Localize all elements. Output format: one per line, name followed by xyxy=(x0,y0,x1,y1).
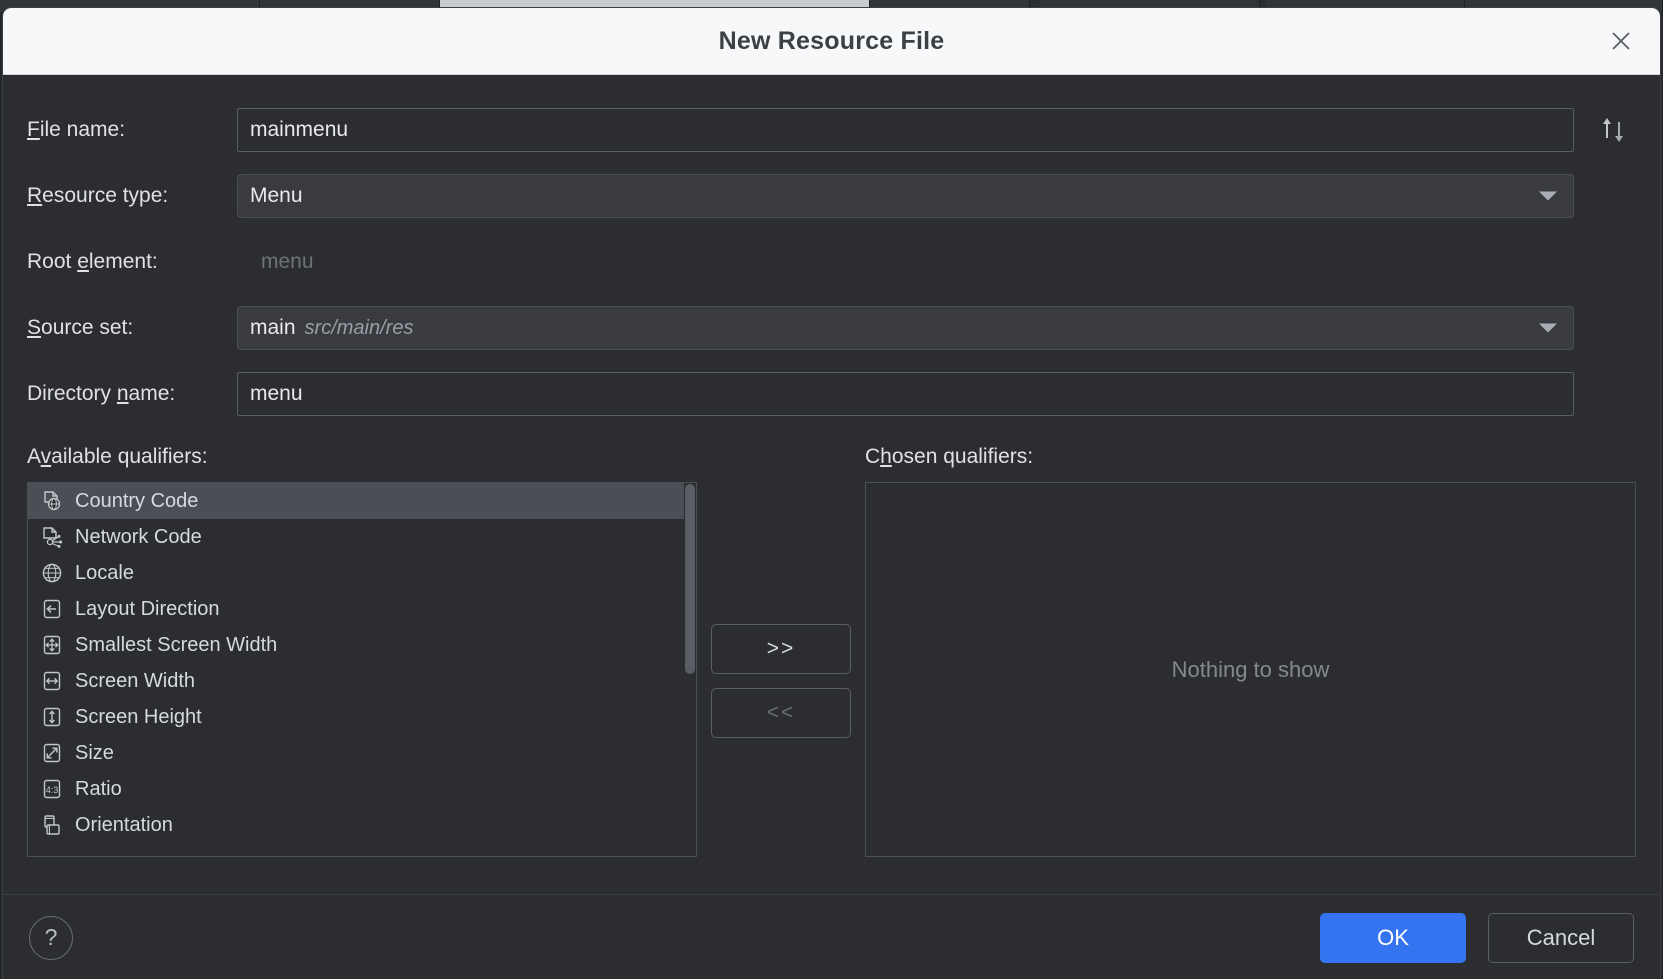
list-item[interactable]: Locale xyxy=(28,555,696,591)
row-source-set: Source set: main src/main/res xyxy=(3,295,1660,361)
list-item-label: Network Code xyxy=(75,525,202,548)
remove-qualifier-button[interactable]: << xyxy=(711,688,851,738)
file-globe-icon xyxy=(40,489,64,513)
sort-updown-icon[interactable] xyxy=(1586,108,1640,152)
file-network-icon xyxy=(40,525,64,549)
directory-name-label: Directory name: xyxy=(27,382,176,405)
row-directory-name: Directory name: menu xyxy=(3,361,1660,427)
list-item-label: Country Code xyxy=(75,489,199,512)
resource-form: File name: mainmenu Resource type: Menu … xyxy=(3,75,1660,427)
list-item-label: Size xyxy=(75,741,114,764)
list-item[interactable]: Screen Width xyxy=(28,663,696,699)
list-item-label: Screen Width xyxy=(75,669,196,692)
arrows-vertical-box-icon xyxy=(40,705,64,729)
qualifier-transfer-buttons: >> << xyxy=(697,445,865,857)
available-qualifiers-label: Available qualifiers: xyxy=(27,445,208,468)
row-resource-type: Resource type: Menu xyxy=(3,163,1660,229)
list-item-label: Smallest Screen Width xyxy=(75,633,278,656)
source-set-dropdown[interactable]: main src/main/res xyxy=(237,306,1574,350)
chevron-down-icon xyxy=(1539,191,1557,201)
ratio-box-icon: 4:3 xyxy=(40,777,64,801)
list-item[interactable]: Layout Direction xyxy=(28,591,696,627)
list-item-label: Locale xyxy=(75,561,134,584)
list-item-label: Screen Height xyxy=(75,705,202,728)
screen: New Resource File File name: mainmenu Re… xyxy=(0,0,1663,979)
available-qualifiers-panel: Available qualifiers: Country Code Netwo… xyxy=(27,445,697,857)
directory-name-value: menu xyxy=(250,382,303,405)
row-file-name: File name: mainmenu xyxy=(3,97,1660,163)
list-item[interactable]: Screen Height xyxy=(28,699,696,735)
arrow-diagonal-box-icon xyxy=(40,741,64,765)
root-element-label: Root element: xyxy=(27,250,158,273)
resource-type-label: Resource type: xyxy=(27,184,169,207)
globe-icon xyxy=(40,561,64,585)
list-item[interactable]: Network Code xyxy=(28,519,696,555)
cancel-button[interactable]: Cancel xyxy=(1488,912,1634,963)
list-item[interactable]: Smallest Screen Width xyxy=(28,627,696,663)
available-qualifiers-list[interactable]: Country Code Network Code Locale Layout … xyxy=(27,482,697,857)
dialog-titlebar: New Resource File xyxy=(3,8,1660,75)
root-element-value: menu xyxy=(261,250,314,273)
dialog-body: File name: mainmenu Resource type: Menu … xyxy=(3,75,1660,979)
orientation-icon xyxy=(40,813,64,837)
chosen-qualifiers-panel: Chosen qualifiers: Nothing to show xyxy=(865,445,1636,857)
row-root-element: Root element: menu xyxy=(3,229,1660,295)
close-icon[interactable] xyxy=(1604,24,1638,58)
source-set-label: Source set: xyxy=(27,316,134,339)
arrow-left-box-icon xyxy=(40,597,64,621)
help-icon[interactable]: ? xyxy=(29,915,73,960)
ok-button[interactable]: OK xyxy=(1320,912,1466,963)
empty-state-text: Nothing to show xyxy=(1171,656,1330,682)
new-resource-file-dialog: New Resource File File name: mainmenu Re… xyxy=(2,7,1661,979)
arrows-four-box-icon xyxy=(40,633,64,657)
source-set-value: main xyxy=(250,316,296,339)
svg-text:4:3: 4:3 xyxy=(46,785,59,795)
source-set-path: src/main/res xyxy=(304,316,414,339)
qualifiers-section: Available qualifiers: Country Code Netwo… xyxy=(3,427,1660,857)
file-name-value: mainmenu xyxy=(250,118,349,141)
resource-type-value: Menu xyxy=(250,184,303,207)
chosen-qualifiers-label: Chosen qualifiers: xyxy=(865,445,1034,468)
chevron-down-icon xyxy=(1539,323,1557,333)
arrows-horizontal-box-icon xyxy=(40,669,64,693)
file-name-input[interactable]: mainmenu xyxy=(237,108,1574,152)
file-name-label: File name: xyxy=(27,118,126,141)
directory-name-input[interactable]: menu xyxy=(237,372,1574,416)
scrollbar-thumb[interactable] xyxy=(685,484,695,674)
list-scrollbar[interactable] xyxy=(684,483,696,856)
list-item-label: Layout Direction xyxy=(75,597,220,620)
chosen-qualifiers-list[interactable]: Nothing to show xyxy=(865,482,1636,857)
dialog-footer: ? OK Cancel xyxy=(3,894,1660,979)
add-qualifier-button[interactable]: >> xyxy=(711,624,851,674)
list-item[interactable]: 4:3 Ratio xyxy=(28,771,696,807)
dialog-title: New Resource File xyxy=(718,26,945,55)
resource-type-dropdown[interactable]: Menu xyxy=(237,174,1574,218)
root-element-value-wrap: menu xyxy=(237,240,1574,284)
list-item[interactable]: Country Code xyxy=(28,483,696,519)
list-item[interactable]: Orientation xyxy=(28,807,696,843)
list-item-label: Orientation xyxy=(75,813,173,836)
list-item-label: Ratio xyxy=(75,777,122,800)
list-item[interactable]: Size xyxy=(28,735,696,771)
